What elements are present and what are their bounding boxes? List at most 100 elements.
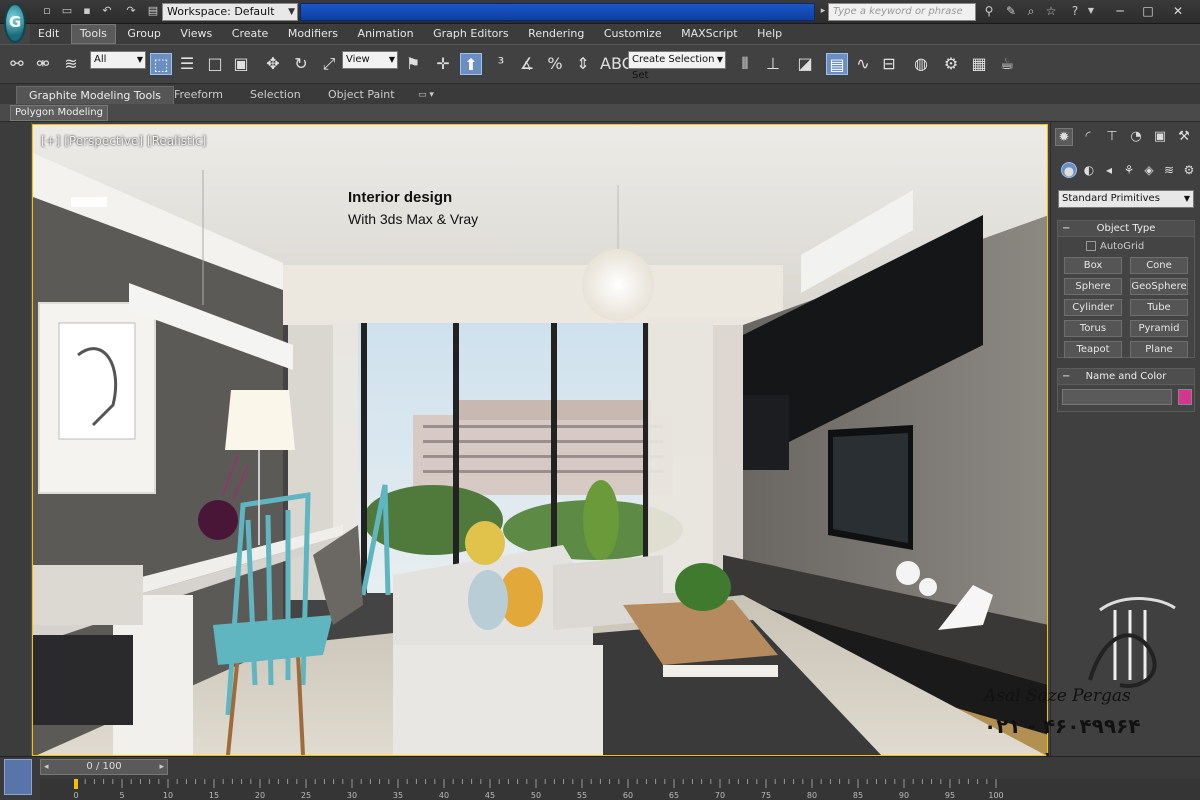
unlink-icon[interactable]: ⚮ [32, 53, 54, 75]
scale-icon[interactable]: ⤢ [318, 53, 340, 75]
modify-tab-icon[interactable]: ◜ [1079, 128, 1097, 146]
material-editor-icon[interactable]: ◍ [910, 53, 932, 75]
render-teapot-icon[interactable]: ☕ [996, 53, 1018, 75]
render-frame-icon[interactable]: ▦ [968, 53, 990, 75]
workspace-dropdown[interactable]: Workspace: Default ▼ [162, 3, 298, 21]
save-icon[interactable]: ▪ [80, 4, 94, 18]
menu-group[interactable]: Group [119, 24, 169, 44]
menu-edit[interactable]: Edit [30, 24, 67, 44]
tab-selection[interactable]: Selection [238, 86, 313, 104]
reference-coordinate-dropdown[interactable]: View ▼ [342, 51, 398, 69]
star-icon[interactable]: ☆ [1044, 4, 1058, 18]
binoculars-icon[interactable]: ⚲ [982, 4, 996, 18]
tube-button[interactable]: Tube [1130, 299, 1188, 316]
cone-button[interactable]: Cone [1130, 257, 1188, 274]
menu-tools[interactable]: Tools [70, 24, 116, 44]
box-button[interactable]: Box [1064, 257, 1122, 274]
tab-object-paint[interactable]: Object Paint [316, 86, 407, 104]
ribbon-options-icon[interactable]: ▭ ▾ [406, 86, 446, 104]
track-bar[interactable]: 0 5 10 15 20 25 30 35 40 45 50 55 60 65 70 75 80 85 90 95 10… [40, 779, 1200, 800]
search-icon[interactable]: ⌕ [1024, 4, 1038, 18]
cylinder-button[interactable]: Cylinder [1064, 299, 1122, 316]
cameras-icon[interactable]: ⚘ [1121, 162, 1137, 178]
display-tab-icon[interactable]: ▣ [1151, 128, 1169, 146]
angle-snap-icon[interactable]: ∡ [516, 53, 538, 75]
pivot-center-icon[interactable]: ⚑ [402, 53, 424, 75]
undo-icon[interactable]: ↶ [100, 4, 114, 18]
align-icon[interactable]: ⊥ [762, 53, 784, 75]
geometry-icon[interactable]: ● [1061, 162, 1077, 178]
slider-next-icon[interactable]: ▸ [159, 760, 164, 774]
named-selection-dropdown[interactable]: Create Selection Set ▼ [628, 51, 726, 81]
mirror-icon[interactable]: ⫴ [734, 53, 756, 75]
menu-rendering[interactable]: Rendering [520, 24, 592, 44]
project-folder-icon[interactable]: ▤ [146, 4, 160, 18]
menu-maxscript[interactable]: MAXScript [673, 24, 745, 44]
close-button[interactable]: ✕ [1166, 2, 1190, 20]
chevron-down-icon[interactable]: ▼ [1084, 4, 1098, 18]
geosphere-button[interactable]: GeoSphere [1130, 278, 1188, 295]
graphite-toggle-icon[interactable]: ▤ [826, 53, 848, 75]
move-icon[interactable]: ✥ [262, 53, 284, 75]
slider-prev-icon[interactable]: ◂ [44, 760, 49, 774]
primitive-category-dropdown[interactable]: Standard Primitives ▼ [1058, 190, 1194, 208]
minimize-button[interactable]: ─ [1108, 2, 1132, 20]
new-file-icon[interactable]: ▫ [40, 4, 54, 18]
object-name-input[interactable] [1062, 389, 1172, 405]
autogrid-checkbox[interactable]: AutoGrid [1086, 239, 1144, 255]
spinner-snap-icon[interactable]: ⇕ [572, 53, 594, 75]
selection-filter-dropdown[interactable]: All ▼ [90, 51, 146, 69]
shapes-icon[interactable]: ◐ [1081, 162, 1097, 178]
object-color-swatch[interactable] [1178, 389, 1192, 405]
teapot-button[interactable]: Teapot [1064, 341, 1122, 358]
plane-button[interactable]: Plane [1130, 341, 1188, 358]
link-icon[interactable]: ⚯ [6, 53, 28, 75]
snaps-toggle-icon[interactable]: ³ [490, 53, 512, 75]
polygon-modeling-panel[interactable]: Polygon Modeling [10, 105, 108, 121]
utilities-tab-icon[interactable]: ⚒ [1175, 128, 1193, 146]
menu-help[interactable]: Help [749, 24, 790, 44]
spacewarps-icon[interactable]: ≋ [1161, 162, 1177, 178]
object-type-header[interactable]: − Object Type [1058, 221, 1194, 237]
render-setup-icon[interactable]: ⚙ [940, 53, 962, 75]
percent-snap-icon[interactable]: % [544, 53, 566, 75]
menu-views[interactable]: Views [172, 24, 220, 44]
bind-spacewarp-icon[interactable]: ≋ [60, 53, 82, 75]
lights-icon[interactable]: ◂ [1101, 162, 1117, 178]
menu-customize[interactable]: Customize [596, 24, 670, 44]
app-logo-icon[interactable]: G [4, 3, 26, 43]
redo-icon[interactable]: ↷ [124, 4, 138, 18]
rotate-icon[interactable]: ↻ [290, 53, 312, 75]
search-input[interactable]: Type a keyword or phrase [828, 3, 976, 21]
helpers-icon[interactable]: ◈ [1141, 162, 1157, 178]
tab-freeform[interactable]: Freeform [162, 86, 235, 104]
help-icon[interactable]: ? [1068, 4, 1082, 18]
keyboard-shortcut-override-icon[interactable]: ⬆ [460, 53, 482, 75]
menu-graph-editors[interactable]: Graph Editors [425, 24, 517, 44]
schematic-view-icon[interactable]: ⊟ [878, 53, 900, 75]
perspective-viewport[interactable]: [+] [Perspective] [Realistic] Interior d… [32, 124, 1048, 756]
sphere-button[interactable]: Sphere [1064, 278, 1122, 295]
edit-named-selection-icon[interactable]: ABC [600, 53, 633, 75]
current-frame-marker[interactable] [74, 779, 78, 789]
maximize-button[interactable]: □ [1136, 2, 1160, 20]
time-slider[interactable]: ◂ 0 / 100 ▸ [40, 759, 168, 775]
create-tab-icon[interactable]: ✹ [1055, 128, 1073, 146]
select-manipulate-icon[interactable]: ✛ [432, 53, 454, 75]
select-object-icon[interactable]: ⬚ [150, 53, 172, 75]
maxscript-listener-button[interactable] [4, 759, 32, 795]
open-file-icon[interactable]: ▭ [60, 4, 74, 18]
layer-manager-icon[interactable]: ◪ [794, 53, 816, 75]
window-crossing-icon[interactable]: ▣ [230, 53, 252, 75]
menu-animation[interactable]: Animation [350, 24, 422, 44]
select-by-name-icon[interactable]: ☰ [176, 53, 198, 75]
pyramid-button[interactable]: Pyramid [1130, 320, 1188, 337]
curve-editor-icon[interactable]: ∿ [852, 53, 874, 75]
tab-graphite-modeling-tools[interactable]: Graphite Modeling Tools [16, 86, 175, 104]
hierarchy-tab-icon[interactable]: ⊤ [1103, 128, 1121, 146]
torus-button[interactable]: Torus [1064, 320, 1122, 337]
viewport-label[interactable]: [+] [Perspective] [Realistic] [41, 134, 206, 148]
menu-modifiers[interactable]: Modifiers [280, 24, 346, 44]
motion-tab-icon[interactable]: ◔ [1127, 128, 1145, 146]
wrench-icon[interactable]: ✎ [1004, 4, 1018, 18]
